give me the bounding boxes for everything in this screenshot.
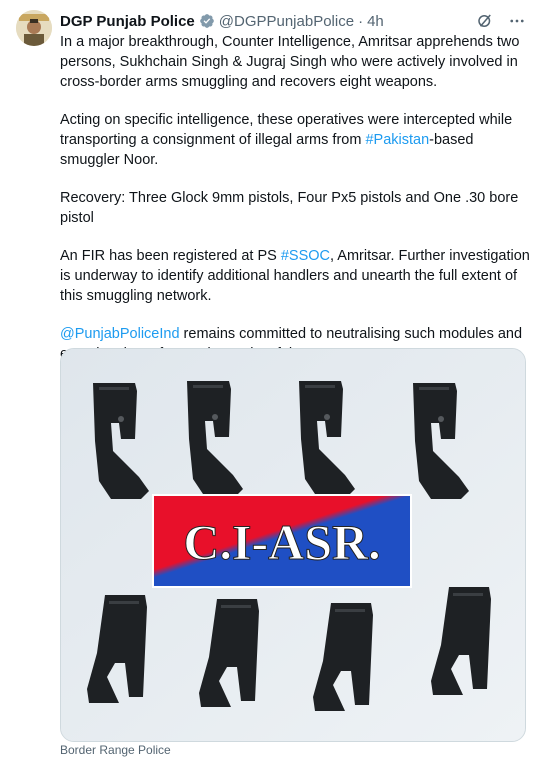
author-handle[interactable]: @DGPPunjabPolice: [219, 13, 354, 30]
author-name[interactable]: DGP Punjab Police: [60, 13, 195, 30]
seized-weapons-photo: C.I-ASR.: [61, 349, 525, 741]
paragraph-4-text-a: An FIR has been registered at PS: [60, 248, 281, 264]
photo-caption: Border Range Police: [60, 743, 171, 757]
more-options-icon[interactable]: [508, 12, 526, 30]
paragraph-1: In a major breakthrough, Counter Intelli…: [60, 34, 520, 90]
hashtag-pakistan-link[interactable]: #Pakistan: [365, 132, 429, 148]
avatar-photo: [16, 10, 52, 46]
mention-punjabpoliceind-link[interactable]: @PunjabPoliceInd: [60, 326, 180, 342]
paragraph-3: Recovery: Three Glock 9mm pistols, Four …: [60, 190, 519, 226]
tweet-text: In a major breakthrough, Counter Intelli…: [60, 32, 530, 382]
tweet-photo[interactable]: C.I-ASR.: [60, 348, 526, 742]
ci-asr-banner: C.I-ASR.: [152, 494, 412, 588]
separator-dot: ·: [358, 12, 364, 30]
verified-badge-icon: [199, 14, 214, 28]
paragraph-4: An FIR has been registered at PS #SSOC, …: [60, 246, 530, 306]
hashtag-ssoc-link[interactable]: #SSOC: [281, 248, 330, 264]
tweet-header: DGP Punjab Police @DGPPunjabPolice · 4h: [60, 10, 526, 32]
banner-text: C.I-ASR.: [183, 514, 380, 570]
timestamp[interactable]: 4h: [367, 13, 384, 30]
tweet-card: DGP Punjab Police @DGPPunjabPolice · 4h …: [0, 0, 540, 760]
paragraph-2: Acting on specific intelligence, these o…: [60, 110, 530, 170]
author-avatar[interactable]: [16, 10, 52, 46]
grok-icon[interactable]: [476, 12, 494, 30]
